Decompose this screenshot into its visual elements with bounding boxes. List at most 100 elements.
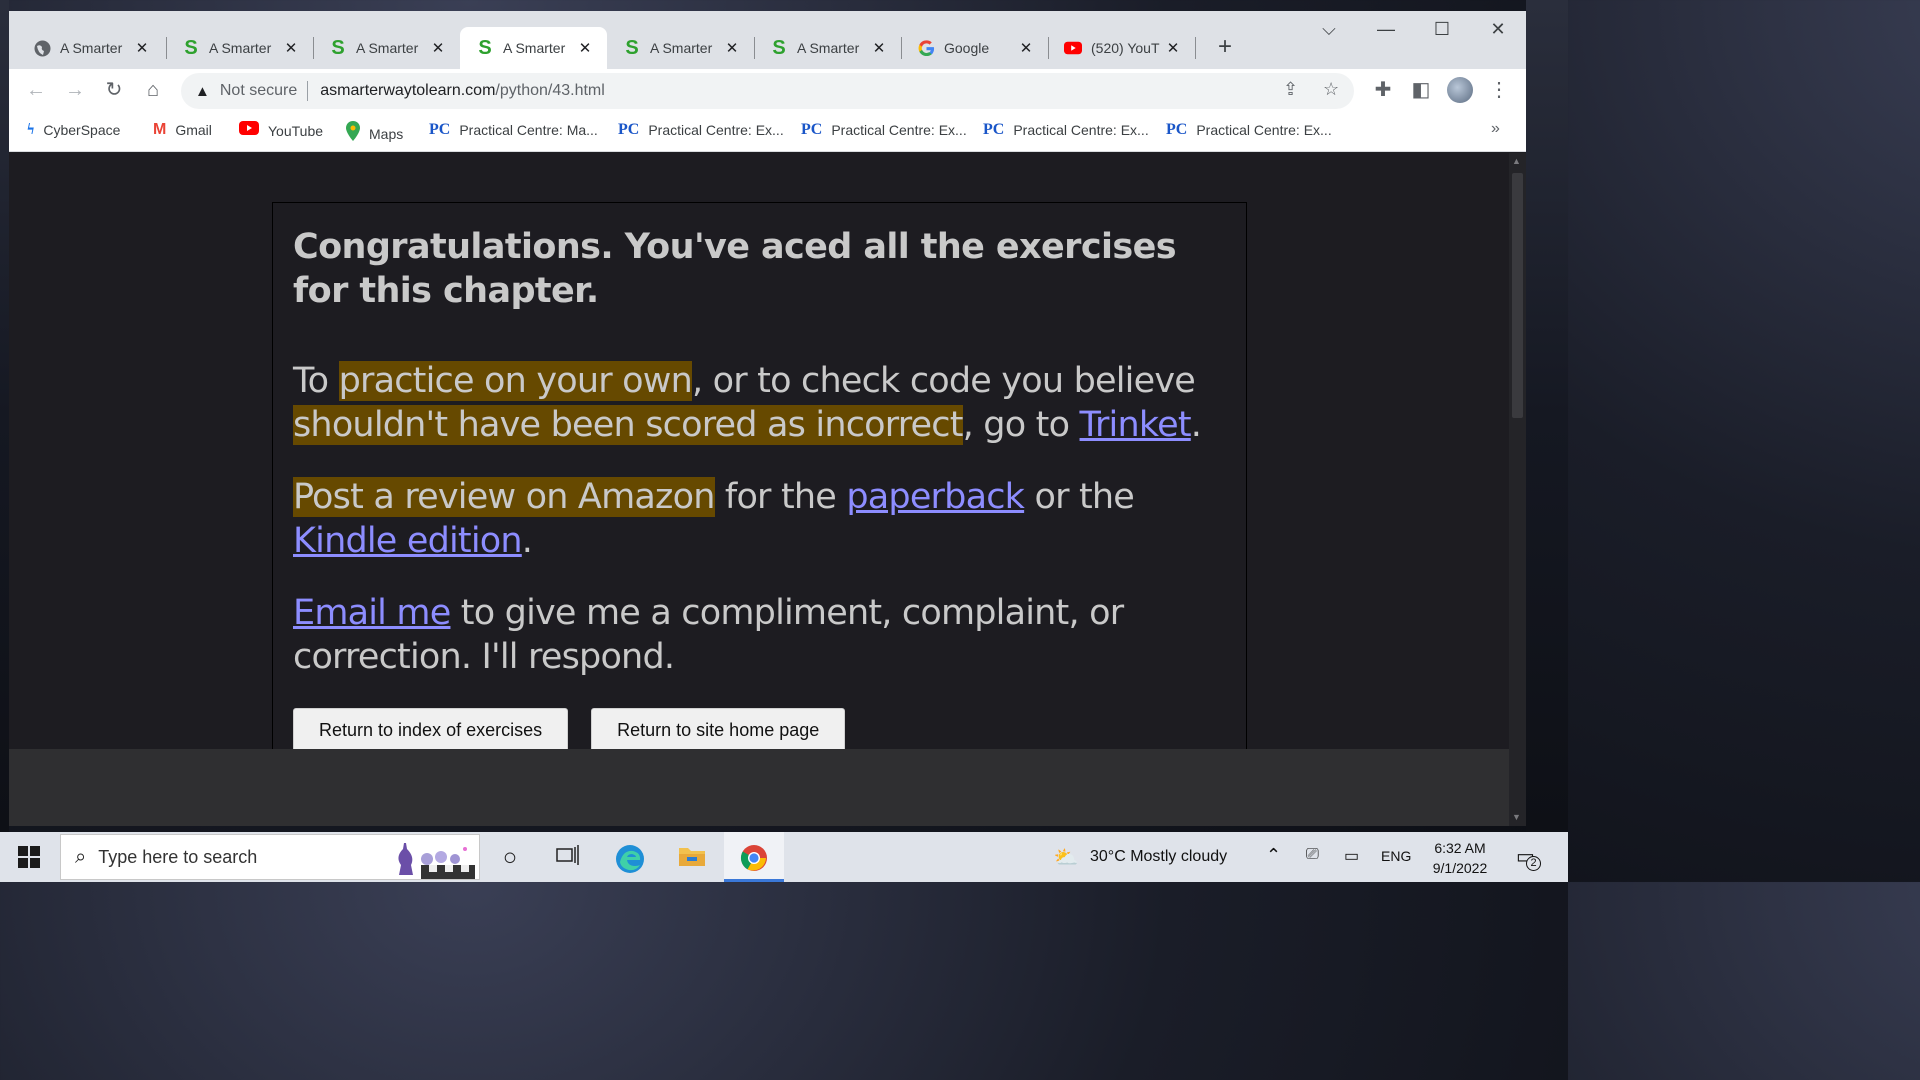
bookmark-practical-centre[interactable]: PC Practical Centre: Ma...: [429, 121, 598, 139]
search-icon: ⌕: [75, 845, 87, 868]
text: .: [521, 521, 533, 561]
highlighted-text: Post a review on Amazon: [293, 477, 715, 517]
forward-button[interactable]: →: [63, 78, 87, 102]
maximize-button[interactable]: ☐: [1422, 19, 1462, 40]
tab-title: A Smarter: [209, 40, 272, 56]
close-icon[interactable]: ✕: [869, 39, 889, 57]
extensions-puzzle-icon[interactable]: ✚: [1371, 78, 1395, 102]
home-button[interactable]: ⌂: [141, 78, 165, 102]
browser-toolbar: ← → ↻ ⌂ ▲ Not secure asmarterwaytolearn.…: [9, 69, 1526, 111]
return-to-home-button[interactable]: Return to site home page: [591, 708, 846, 752]
share-icon[interactable]: ⇪: [1283, 79, 1298, 100]
omnibox-divider: [307, 81, 309, 101]
text: or the: [1024, 477, 1135, 517]
close-icon[interactable]: ✕: [132, 39, 152, 57]
bookmark-star-icon[interactable]: ☆: [1323, 79, 1339, 100]
scrollbar-thumb[interactable]: [1512, 173, 1523, 418]
bookmark-label: Practical Centre: Ma...: [459, 122, 598, 138]
close-icon[interactable]: ✕: [722, 39, 742, 57]
bookmark-label: Maps: [369, 125, 404, 142]
bookmark-practical-centre[interactable]: PC Practical Centre: Ex...: [618, 121, 784, 139]
bookmark-practical-centre[interactable]: PC Practical Centre: Ex...: [801, 121, 967, 139]
edge-icon[interactable]: [615, 844, 644, 873]
page-bottom-strip: [9, 749, 1509, 826]
tab-search-chevron-down-icon[interactable]: ⌵: [1309, 19, 1349, 40]
tab-strip: A Smarter ✕ S A Smarter ✕ S A Smarter ✕ …: [9, 11, 1526, 69]
close-icon[interactable]: ✕: [575, 39, 595, 57]
tab-title: A Smarter: [650, 40, 713, 56]
tab[interactable]: Google ✕: [901, 27, 1048, 69]
close-icon[interactable]: ✕: [428, 39, 448, 57]
new-tab-button[interactable]: +: [1211, 33, 1239, 61]
bookmark-cyberspace[interactable]: ϟ CyberSpace: [27, 121, 120, 139]
tab-title: A Smarter: [356, 40, 419, 56]
chrome-icon[interactable]: [740, 844, 768, 872]
file-explorer-folder-icon[interactable]: [678, 844, 706, 872]
youtube-icon: [239, 121, 259, 140]
system-clock[interactable]: 6:32 AM 9/1/2022: [1422, 838, 1498, 878]
bookmark-practical-centre[interactable]: PC Practical Centre: Ex...: [983, 121, 1149, 139]
bookmark-label: Practical Centre: Ex...: [831, 122, 967, 138]
tab[interactable]: S A Smarter ✕: [607, 27, 754, 69]
weather-text[interactable]: 30°C Mostly cloudy: [1090, 848, 1227, 866]
bookmark-youtube[interactable]: YouTube: [239, 121, 323, 140]
tray-chevron-up-icon[interactable]: ⌃: [1266, 845, 1281, 866]
tab-title: Google: [944, 40, 990, 56]
text: , or to check code you believe: [692, 361, 1196, 401]
email-me-link[interactable]: Email me: [293, 593, 451, 633]
close-icon[interactable]: ✕: [281, 39, 301, 57]
back-button[interactable]: ←: [24, 78, 48, 102]
scroll-down-arrow-icon[interactable]: ▼: [1512, 812, 1521, 822]
return-to-index-button[interactable]: Return to index of exercises: [293, 708, 569, 752]
cyberspace-icon: ϟ: [27, 121, 35, 138]
navigation-buttons: Return to index of exercises Return to s…: [293, 708, 846, 752]
minimize-button[interactable]: —: [1366, 19, 1406, 40]
windows-taskbar: ⌕ Type here to search ○ ⛅ 30°C Mostly cl…: [0, 832, 1568, 882]
bookmarks-overflow-chevron-icon[interactable]: »: [1491, 120, 1500, 138]
bookmark-maps[interactable]: Maps: [346, 121, 403, 146]
tab[interactable]: (520) YouT ✕: [1048, 27, 1195, 69]
trinket-link[interactable]: Trinket: [1080, 405, 1192, 445]
vertical-scrollbar[interactable]: ▲ ▼: [1509, 153, 1526, 826]
weather-cloudy-icon[interactable]: ⛅: [1052, 844, 1080, 872]
security-label[interactable]: Not secure: [220, 82, 297, 100]
warning-icon[interactable]: ▲: [195, 83, 210, 100]
address-bar[interactable]: ▲ Not secure asmarterwaytolearn.com/pyth…: [181, 73, 1354, 109]
content-panel: Congratulations. You've aced all the exe…: [272, 202, 1247, 762]
bookmark-gmail[interactable]: M Gmail: [153, 121, 212, 139]
tab[interactable]: A Smarter ✕: [17, 27, 164, 69]
kindle-edition-link[interactable]: Kindle edition: [293, 521, 523, 561]
cortana-circle-icon[interactable]: ○: [496, 844, 524, 872]
text: for the: [714, 477, 847, 517]
bookmark-label: Practical Centre: Ex...: [1013, 122, 1149, 138]
tab[interactable]: S A Smarter ✕: [166, 27, 313, 69]
scroll-up-arrow-icon[interactable]: ▲: [1512, 156, 1521, 166]
bookmark-practical-centre[interactable]: PC Practical Centre: Ex...: [1166, 121, 1332, 139]
battery-icon[interactable]: ▭: [1344, 846, 1359, 866]
tab[interactable]: S A Smarter ✕: [754, 27, 901, 69]
menu-kebab-icon[interactable]: ⋮: [1487, 78, 1511, 102]
s-logo-icon: S: [772, 36, 786, 59]
side-panel-icon[interactable]: ◧: [1409, 78, 1433, 102]
close-icon[interactable]: ✕: [1163, 39, 1183, 57]
bookmark-label: YouTube: [268, 122, 324, 139]
bookmark-label: Practical Centre: Ex...: [648, 122, 784, 138]
meet-now-icon[interactable]: ⎚: [1306, 846, 1319, 864]
taskbar-search-input[interactable]: ⌕ Type here to search: [60, 834, 480, 880]
review-paragraph: Post a review on Amazon for the paperbac…: [293, 475, 1228, 563]
tab-active[interactable]: S A Smarter ✕: [460, 27, 607, 69]
language-indicator[interactable]: ENG: [1381, 848, 1411, 864]
close-icon[interactable]: ✕: [1016, 39, 1036, 57]
task-view-icon[interactable]: [554, 844, 582, 872]
reload-button[interactable]: ↻: [102, 78, 126, 102]
avatar[interactable]: [1447, 77, 1473, 103]
pc-icon: PC: [429, 121, 451, 138]
url-path: /python/43.html: [495, 82, 605, 99]
tab[interactable]: S A Smarter ✕: [313, 27, 460, 69]
paperback-link[interactable]: paperback: [846, 477, 1025, 517]
windows-start-icon[interactable]: [18, 846, 40, 868]
highlighted-text: practice on your own: [338, 361, 693, 401]
close-window-button[interactable]: ✕: [1478, 19, 1518, 40]
notification-count-badge: 2: [1526, 856, 1541, 871]
notification-icon[interactable]: ▭ 2: [1516, 844, 1541, 871]
